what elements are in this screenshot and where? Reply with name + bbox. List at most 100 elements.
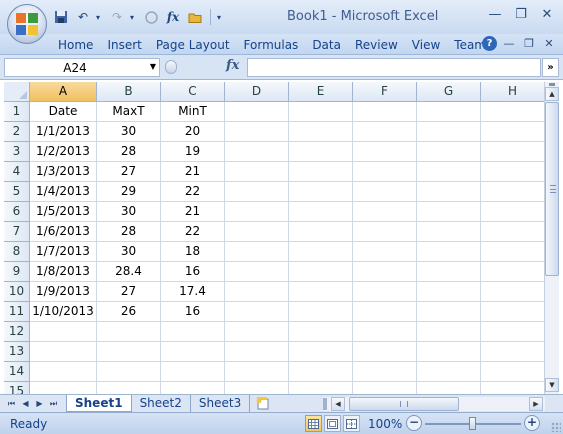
last-sheet-icon[interactable]: ⏭ bbox=[48, 397, 59, 410]
page-layout-view-button[interactable] bbox=[324, 415, 341, 432]
cell-b7[interactable]: 28 bbox=[97, 222, 161, 242]
cell-b12[interactable] bbox=[97, 322, 161, 342]
cell-g14[interactable] bbox=[417, 362, 481, 382]
ribbon-tab-insert[interactable]: Insert bbox=[100, 37, 148, 53]
zoom-out-button[interactable]: − bbox=[406, 415, 422, 431]
cell-c2[interactable]: 20 bbox=[161, 122, 225, 142]
cell-f10[interactable] bbox=[353, 282, 417, 302]
resize-grip-icon[interactable] bbox=[551, 422, 561, 432]
zoom-level[interactable]: 100% bbox=[368, 417, 402, 431]
row-header-5[interactable]: 5 bbox=[4, 182, 30, 202]
cell-a9[interactable]: 1/8/2013 bbox=[30, 262, 97, 282]
cell-e11[interactable] bbox=[289, 302, 353, 322]
cell-e9[interactable] bbox=[289, 262, 353, 282]
cell-h11[interactable] bbox=[481, 302, 544, 322]
cell-g12[interactable] bbox=[417, 322, 481, 342]
insert-worksheet-icon[interactable] bbox=[250, 395, 276, 412]
scroll-right-arrow-icon[interactable]: ▶ bbox=[529, 397, 543, 411]
cell-a7[interactable]: 1/6/2013 bbox=[30, 222, 97, 242]
cell-b3[interactable]: 28 bbox=[97, 142, 161, 162]
tab-split-handle[interactable] bbox=[323, 398, 327, 410]
zoom-slider-thumb[interactable] bbox=[469, 417, 476, 430]
cell-c15[interactable] bbox=[161, 382, 225, 394]
cell-e2[interactable] bbox=[289, 122, 353, 142]
zoom-in-button[interactable]: + bbox=[524, 415, 540, 431]
cell-a15[interactable] bbox=[30, 382, 97, 394]
redo-icon[interactable]: ↷ bbox=[108, 8, 126, 26]
cell-a13[interactable] bbox=[30, 342, 97, 362]
cell-c1[interactable]: MinT bbox=[161, 102, 225, 122]
cell-h14[interactable] bbox=[481, 362, 544, 382]
worksheet-grid[interactable]: A B C D E F G H 1 Date MaxT MinT 2 1/1/2013 30 20 3 1/2/2… bbox=[4, 82, 544, 394]
cell-f5[interactable] bbox=[353, 182, 417, 202]
row-header-7[interactable]: 7 bbox=[4, 222, 30, 242]
cell-h8[interactable] bbox=[481, 242, 544, 262]
cell-a3[interactable]: 1/2/2013 bbox=[30, 142, 97, 162]
redo-dropdown-icon[interactable]: ▾ bbox=[130, 13, 138, 22]
row-header-1[interactable]: 1 bbox=[4, 102, 30, 122]
cell-c5[interactable]: 22 bbox=[161, 182, 225, 202]
cell-h15[interactable] bbox=[481, 382, 544, 394]
row-header-9[interactable]: 9 bbox=[4, 262, 30, 282]
row-header-2[interactable]: 2 bbox=[4, 122, 30, 142]
ribbon-tab-home[interactable]: Home bbox=[58, 37, 100, 53]
column-header-b[interactable]: B bbox=[97, 82, 161, 102]
cell-g13[interactable] bbox=[417, 342, 481, 362]
undo-icon[interactable]: ↶ bbox=[74, 8, 92, 26]
cell-d1[interactable] bbox=[225, 102, 289, 122]
cell-g3[interactable] bbox=[417, 142, 481, 162]
cell-d9[interactable] bbox=[225, 262, 289, 282]
cell-c7[interactable]: 22 bbox=[161, 222, 225, 242]
cell-a10[interactable]: 1/9/2013 bbox=[30, 282, 97, 302]
cell-e7[interactable] bbox=[289, 222, 353, 242]
cell-b5[interactable]: 29 bbox=[97, 182, 161, 202]
ribbon-tab-view[interactable]: View bbox=[405, 37, 447, 53]
cell-b6[interactable]: 30 bbox=[97, 202, 161, 222]
save-icon[interactable] bbox=[52, 8, 70, 26]
cell-c8[interactable]: 18 bbox=[161, 242, 225, 262]
workbook-restore-button[interactable]: ❐ bbox=[521, 35, 537, 51]
sheet-tab-sheet1[interactable]: Sheet1 bbox=[66, 395, 132, 412]
column-header-e[interactable]: E bbox=[289, 82, 353, 102]
ribbon-tab-review[interactable]: Review bbox=[348, 37, 405, 53]
cell-g6[interactable] bbox=[417, 202, 481, 222]
cell-f11[interactable] bbox=[353, 302, 417, 322]
cell-h7[interactable] bbox=[481, 222, 544, 242]
ribbon-tab-page-layout[interactable]: Page Layout bbox=[149, 37, 237, 53]
cell-b1[interactable]: MaxT bbox=[97, 102, 161, 122]
ribbon-tab-data[interactable]: Data bbox=[305, 37, 348, 53]
insert-function-button[interactable]: fx bbox=[226, 58, 239, 73]
row-header-3[interactable]: 3 bbox=[4, 142, 30, 162]
page-break-preview-button[interactable] bbox=[343, 415, 360, 432]
cell-b14[interactable] bbox=[97, 362, 161, 382]
cell-g15[interactable] bbox=[417, 382, 481, 394]
cell-d13[interactable] bbox=[225, 342, 289, 362]
cell-e12[interactable] bbox=[289, 322, 353, 342]
cell-g4[interactable] bbox=[417, 162, 481, 182]
undo-dropdown-icon[interactable]: ▾ bbox=[96, 13, 104, 22]
cell-e1[interactable] bbox=[289, 102, 353, 122]
cell-e6[interactable] bbox=[289, 202, 353, 222]
workbook-close-button[interactable]: ✕ bbox=[541, 35, 557, 51]
row-header-10[interactable]: 10 bbox=[4, 282, 30, 302]
cell-d11[interactable] bbox=[225, 302, 289, 322]
cell-f1[interactable] bbox=[353, 102, 417, 122]
cell-b10[interactable]: 27 bbox=[97, 282, 161, 302]
row-header-13[interactable]: 13 bbox=[4, 342, 30, 362]
column-header-h[interactable]: H bbox=[481, 82, 544, 102]
cell-c10[interactable]: 17.4 bbox=[161, 282, 225, 302]
cell-h2[interactable] bbox=[481, 122, 544, 142]
cell-b8[interactable]: 30 bbox=[97, 242, 161, 262]
previous-sheet-icon[interactable]: ◀ bbox=[20, 397, 31, 410]
cell-h10[interactable] bbox=[481, 282, 544, 302]
cell-e10[interactable] bbox=[289, 282, 353, 302]
cell-d8[interactable] bbox=[225, 242, 289, 262]
cell-a14[interactable] bbox=[30, 362, 97, 382]
select-all-corner[interactable] bbox=[4, 82, 30, 102]
office-button[interactable] bbox=[7, 4, 47, 44]
cell-d6[interactable] bbox=[225, 202, 289, 222]
cell-e14[interactable] bbox=[289, 362, 353, 382]
column-header-f[interactable]: F bbox=[353, 82, 417, 102]
cell-c6[interactable]: 21 bbox=[161, 202, 225, 222]
cell-f15[interactable] bbox=[353, 382, 417, 394]
